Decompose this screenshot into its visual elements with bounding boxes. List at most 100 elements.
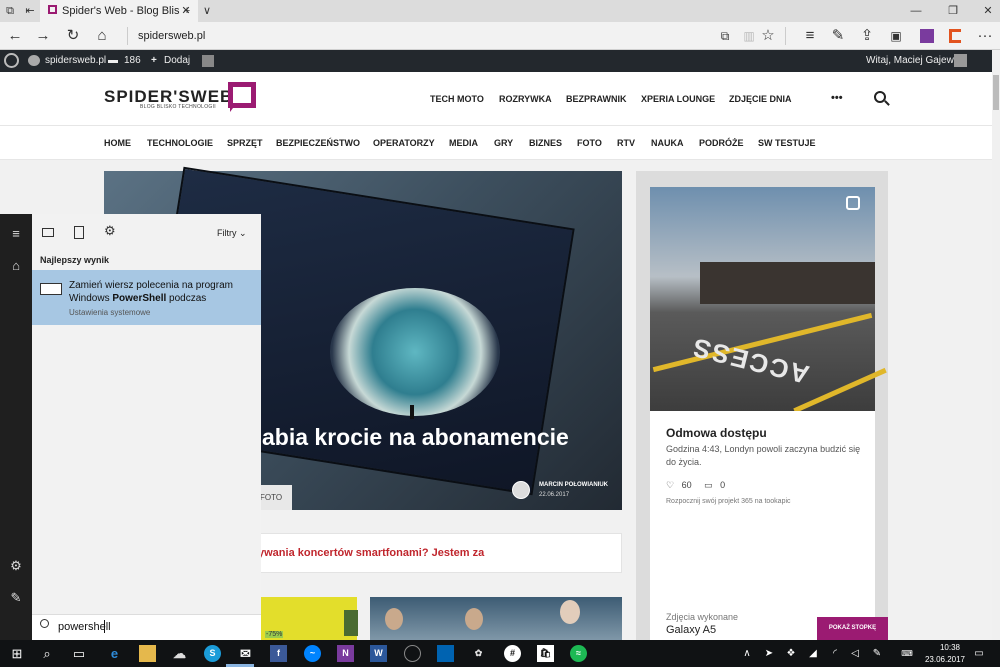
camera-icon[interactable] — [846, 196, 860, 210]
filters-dropdown[interactable]: Filtry ⌄ — [217, 228, 247, 239]
onenote-icon[interactable]: N — [337, 645, 354, 662]
wp-add-new[interactable]: Dodaj — [164, 55, 190, 66]
hub-icon[interactable]: ≡ — [798, 24, 822, 48]
apps-filter-icon[interactable] — [42, 228, 54, 237]
feedback-icon[interactable]: ✎ — [0, 590, 32, 606]
file-explorer-icon[interactable] — [139, 645, 156, 662]
avatar[interactable] — [954, 54, 967, 67]
store-app-icon[interactable] — [437, 645, 454, 662]
favorite-star-icon[interactable]: ☆ — [756, 24, 780, 48]
cat-nauka[interactable]: NAUKA — [651, 138, 684, 148]
cat-technologie[interactable]: TECHNOLOGIE — [147, 138, 213, 148]
home-icon[interactable]: ⌂ — [90, 24, 114, 48]
comments-count[interactable]: 186 — [124, 55, 141, 66]
nav-tech-moto[interactable]: TECH MOTO — [430, 94, 484, 104]
headline-link[interactable]: ywania koncertów smartfonami? Jestem za — [258, 547, 484, 559]
dropbox-tray-icon[interactable]: ❖ — [782, 640, 800, 667]
store-icon[interactable]: 🛍 — [537, 645, 554, 662]
vertical-scrollbar[interactable] — [992, 50, 1000, 640]
wp-site-name[interactable]: spidersweb.pl — [45, 55, 106, 66]
volume-icon[interactable]: ◁ — [846, 640, 864, 667]
share-icon[interactable]: ⇪ — [855, 24, 879, 48]
tab-list-button[interactable]: ∨ — [200, 0, 214, 22]
tab-preview-icon[interactable]: ⧉ — [2, 0, 18, 22]
cat-foto[interactable]: FOTO — [577, 138, 602, 148]
tray-chevron-up-icon[interactable]: ∧ — [738, 640, 756, 667]
language-tray-icon[interactable]: ✎ — [868, 640, 886, 667]
nav-rozrywka[interactable]: ROZRYWKA — [499, 94, 552, 104]
office-ext-icon[interactable] — [949, 29, 961, 43]
settings-filter-icon[interactable]: ⚙ — [104, 223, 116, 239]
scrollbar-thumb[interactable] — [993, 75, 999, 110]
photo-title[interactable]: Odmowa dostępu — [666, 426, 767, 440]
article-thumb[interactable] — [370, 597, 622, 640]
web-note-icon[interactable]: ✎ — [826, 24, 850, 48]
extension-bag-icon[interactable]: ▣ — [884, 24, 908, 48]
more-menu-button[interactable]: ••• — [831, 92, 843, 104]
close-button[interactable]: ✕ — [980, 0, 996, 22]
cat-home[interactable]: HOME — [104, 138, 131, 148]
new-tab-button[interactable]: + — [180, 0, 194, 22]
action-center-icon[interactable]: ▭ — [970, 640, 988, 667]
wp-greeting[interactable]: Witaj, Maciej Gajewski — [866, 55, 966, 66]
onedrive-icon[interactable]: ☁ — [171, 645, 188, 662]
minimize-button[interactable]: — — [908, 0, 924, 22]
cat-bezpieczenstwo[interactable]: BEZPIECZEŃSTWO — [276, 138, 360, 148]
paint-icon[interactable]: ✿ — [470, 645, 487, 662]
cat-biznes[interactable]: BIZNES — [529, 138, 562, 148]
comments-count: 0 — [720, 480, 726, 490]
more-icon[interactable]: ··· — [973, 24, 997, 48]
mail-icon[interactable]: ✉ — [237, 645, 254, 662]
address-input[interactable]: spidersweb.pl — [138, 30, 205, 42]
cat-media[interactable]: MEDIA — [449, 138, 478, 148]
restore-button[interactable]: ❐ — [945, 0, 961, 22]
cat-sw-testuje[interactable]: SW TESTUJE — [758, 138, 816, 148]
task-view-icon[interactable]: ▭ — [64, 640, 94, 667]
onenote-ext-icon[interactable] — [920, 29, 934, 43]
nav-xperia-lounge[interactable]: XPERIA LOUNGE — [641, 94, 715, 104]
home-icon[interactable]: ⌂ — [0, 258, 32, 273]
nav-zdjecie-dnia[interactable]: ZDJĘCIE DNIA — [729, 94, 792, 104]
edge-icon[interactable]: e — [106, 645, 123, 662]
cat-operatorzy[interactable]: OPERATORZY — [373, 138, 435, 148]
hero-tag[interactable]: FOTO — [258, 485, 292, 510]
wifi-icon[interactable]: ◜ — [826, 640, 844, 667]
tab-spidersweb[interactable]: Spider's Web - Blog Blis — [40, 0, 198, 22]
seo-icon[interactable] — [202, 55, 214, 67]
refresh-icon[interactable]: ↻ — [61, 24, 85, 48]
forward-icon[interactable]: → — [31, 24, 55, 48]
promo-link[interactable]: Rozpocznij swój projekt 365 na tookapic — [666, 498, 791, 505]
cat-rtv[interactable]: RTV — [617, 138, 635, 148]
settings-icon[interactable]: ⚙ — [0, 558, 32, 574]
extensions-icon[interactable]: ⧉ — [713, 24, 737, 48]
heart-icon[interactable]: ♡ — [666, 480, 674, 490]
hero-title[interactable]: abia krocie na abonamencie — [262, 424, 569, 451]
hamburger-icon[interactable]: ≡ — [0, 226, 32, 241]
show-footer-button[interactable]: POKAŻ STOPKĘ — [817, 617, 888, 640]
back-icon[interactable]: ← — [3, 24, 27, 48]
wordpress-icon[interactable] — [4, 53, 19, 68]
search-query[interactable]: powershell — [58, 621, 111, 633]
telegram-tray-icon[interactable]: ➤ — [760, 640, 778, 667]
clock-date[interactable]: 23.06.2017 — [920, 655, 970, 664]
cat-gry[interactable]: GRY — [494, 138, 513, 148]
facebook-icon[interactable]: f — [270, 645, 287, 662]
hero-author[interactable]: MARCIN POŁOWIANIUK — [539, 482, 608, 488]
tab-aside-icon[interactable]: ⇤ — [22, 0, 38, 22]
windows-start-icon[interactable]: ⊞ — [2, 640, 32, 667]
spotify-icon[interactable]: ≈ — [570, 645, 587, 662]
search-icon[interactable]: ⌕ — [32, 640, 62, 667]
messenger-icon[interactable]: ~ — [304, 645, 321, 662]
clock-time[interactable]: 10:38 — [930, 643, 970, 652]
slack-icon[interactable]: # — [504, 645, 521, 662]
app-circle-icon[interactable] — [404, 645, 421, 662]
cat-podroze[interactable]: PODRÓŻE — [699, 138, 744, 148]
keyboard-icon[interactable]: ⌨ — [898, 640, 916, 667]
skype-icon[interactable]: S — [204, 645, 221, 662]
nav-bezprawnik[interactable]: BEZPRAWNIK — [566, 94, 627, 104]
cat-sprzet[interactable]: SPRZĘT — [227, 138, 263, 148]
comment-bubble-icon[interactable]: ▭ — [704, 480, 713, 490]
network-tray-icon[interactable]: ◢ — [804, 640, 822, 667]
word-icon[interactable]: W — [370, 645, 387, 662]
documents-filter-icon[interactable] — [74, 226, 84, 239]
